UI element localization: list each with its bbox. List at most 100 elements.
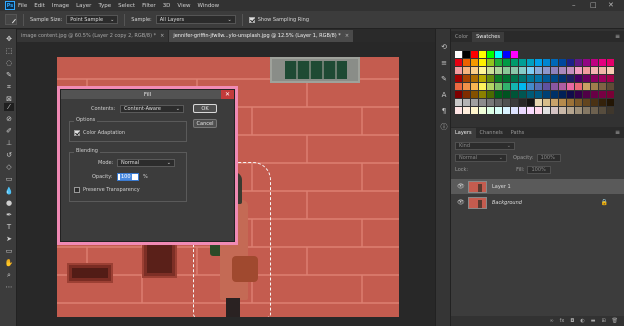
color-swatch[interactable] [543,83,550,90]
mask-icon[interactable]: ◘ [570,318,574,324]
color-swatch[interactable] [535,91,542,98]
history-icon[interactable]: ⟲ [440,43,448,51]
color-swatch[interactable] [599,83,606,90]
color-swatch[interactable] [495,75,502,82]
color-swatch[interactable] [487,51,494,58]
color-swatch[interactable] [503,99,510,106]
color-swatch[interactable] [567,75,574,82]
color-swatch[interactable] [567,67,574,74]
quick-select-tool-icon[interactable]: ✎ [4,71,14,79]
brush-settings-icon[interactable]: ✎ [440,75,448,83]
color-swatch[interactable] [527,59,534,66]
doc-tab-image-content[interactable]: image content.jpg @ 60.5% (Layer 2 copy … [17,30,169,42]
color-swatch[interactable] [591,59,598,66]
color-swatch[interactable] [463,59,470,66]
cancel-button[interactable]: Cancel [193,119,217,128]
color-swatch[interactable] [567,59,574,66]
color-swatch[interactable] [479,59,486,66]
tab-color[interactable]: Color [451,32,472,42]
close-icon[interactable]: × [345,33,349,39]
crop-tool-icon[interactable]: ⌗ [4,83,14,91]
layer-opacity-input[interactable]: 100% [536,154,561,162]
color-swatch[interactable] [471,75,478,82]
color-swatch[interactable] [495,67,502,74]
color-swatch[interactable] [543,75,550,82]
color-swatch[interactable] [519,99,526,106]
menu-type[interactable]: Type [98,3,111,9]
color-swatch[interactable] [471,67,478,74]
color-swatch[interactable] [607,99,614,106]
eye-icon[interactable]: 👁 [457,183,465,190]
color-swatch[interactable] [607,107,614,114]
healing-brush-tool-icon[interactable]: ⊘ [4,115,14,123]
color-swatch[interactable] [495,91,502,98]
menu-file[interactable]: File [18,3,27,9]
menu-filter[interactable]: Filter [142,3,156,9]
color-swatch[interactable] [527,83,534,90]
trash-icon[interactable]: 🗑 [612,318,618,324]
color-swatch[interactable] [583,99,590,106]
color-swatch[interactable] [543,67,550,74]
maximize-button[interactable]: □ [590,1,597,9]
gradient-tool-icon[interactable]: ▭ [4,175,14,183]
menu-3d[interactable]: 3D [163,3,171,9]
folder-icon[interactable]: ▬ [591,318,596,324]
menu-layer[interactable]: Layer [76,3,91,9]
color-swatch[interactable] [519,67,526,74]
color-swatch[interactable] [567,83,574,90]
color-swatch[interactable] [511,83,518,90]
contents-select[interactable]: Content-Aware ⌄ [120,105,184,113]
color-swatch[interactable] [591,107,598,114]
more-tools-icon[interactable]: ⋯ [4,283,14,291]
color-swatch[interactable] [471,59,478,66]
color-swatch[interactable] [567,91,574,98]
color-swatch[interactable] [503,51,510,58]
move-tool-icon[interactable]: ✥ [4,35,14,43]
sample-select[interactable]: All Layers ⌄ [155,15,236,24]
brush-tool-icon[interactable]: ✐ [4,127,14,135]
color-swatch[interactable] [511,51,518,58]
layer-row-background[interactable]: 👁 Background 🔒 [451,195,624,210]
tab-swatches[interactable]: Swatches [472,32,504,42]
color-swatch[interactable] [535,83,542,90]
color-swatch[interactable] [559,99,566,106]
color-swatch[interactable] [543,99,550,106]
color-swatch[interactable] [527,91,534,98]
show-sampling-ring-checkbox[interactable] [248,16,255,23]
color-swatch[interactable] [495,59,502,66]
color-swatch[interactable] [575,75,582,82]
tab-channels[interactable]: Channels [476,128,507,138]
color-swatch[interactable] [511,67,518,74]
tab-paths[interactable]: Paths [507,128,529,138]
color-swatch[interactable] [575,107,582,114]
color-swatch[interactable] [455,99,462,106]
color-swatch[interactable] [551,83,558,90]
color-swatch[interactable] [543,107,550,114]
tab-layers[interactable]: Layers [451,128,476,138]
color-swatch[interactable] [503,91,510,98]
hand-tool-icon[interactable]: ✋ [4,259,14,267]
color-swatch[interactable] [559,107,566,114]
color-adaptation-checkbox[interactable] [74,130,80,136]
color-swatch[interactable] [519,107,526,114]
color-swatch[interactable] [599,91,606,98]
color-swatch[interactable] [575,59,582,66]
color-swatch[interactable] [535,75,542,82]
color-swatch[interactable] [575,91,582,98]
properties-icon[interactable]: ≡ [440,59,448,67]
color-swatch[interactable] [599,59,606,66]
panel-menu-icon[interactable]: ≡ [615,129,620,136]
color-swatch[interactable] [535,107,542,114]
color-swatch[interactable] [463,75,470,82]
path-selection-tool-icon[interactable]: ➤ [4,235,14,243]
clone-stamp-tool-icon[interactable]: ⊥ [4,139,14,147]
color-swatch[interactable] [607,83,614,90]
color-swatch[interactable] [455,75,462,82]
close-icon[interactable]: × [160,33,164,39]
color-swatch[interactable] [527,67,534,74]
close-icon[interactable]: ✕ [221,90,234,99]
color-swatch[interactable] [511,59,518,66]
rectangle-tool-icon[interactable]: ▭ [4,247,14,255]
new-layer-icon[interactable]: ⊞ [601,318,605,324]
color-swatch[interactable] [551,99,558,106]
